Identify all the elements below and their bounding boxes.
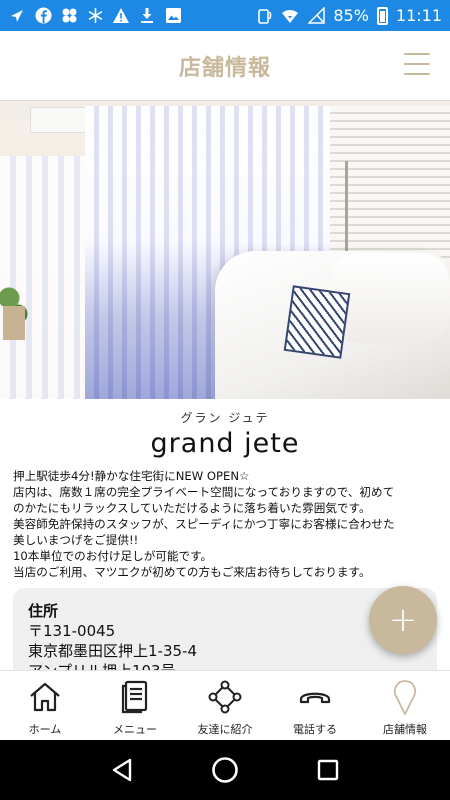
battery-icon bbox=[376, 6, 388, 25]
pinwheel-icon bbox=[60, 7, 78, 25]
description-line: 10本単位でのお付け足しが可能です。 bbox=[13, 549, 213, 563]
status-bar: 85% 11:11 bbox=[0, 0, 450, 31]
bottom-navigation: ホーム メニュー 友達に紹介 電話する 店舗情報 bbox=[0, 670, 450, 740]
tab-label: メニュー bbox=[113, 723, 157, 736]
description-line: 店内は、席数１席の完全プライベート空間になっておりますので、初めて bbox=[13, 485, 395, 499]
add-button[interactable]: + bbox=[369, 586, 437, 654]
page-title: 店舗情報 bbox=[178, 55, 271, 81]
phone-icon bbox=[297, 680, 333, 714]
tab-menu[interactable]: メニュー bbox=[90, 671, 180, 740]
store-name-kana: グラン ジュテ bbox=[180, 411, 270, 425]
clock: 11:11 bbox=[395, 6, 442, 25]
tab-call[interactable]: 電話する bbox=[270, 671, 360, 740]
nfc-icon bbox=[255, 7, 273, 25]
wifi-icon bbox=[281, 7, 299, 25]
description-line: のかたにもリラックスしていただけるように落ち着いた雰囲気です。 bbox=[13, 501, 371, 515]
tab-home[interactable]: ホーム bbox=[0, 671, 90, 740]
warning-icon bbox=[112, 7, 130, 25]
recent-apps-icon[interactable] bbox=[308, 750, 348, 790]
tab-refer-friend[interactable]: 友達に紹介 bbox=[180, 671, 270, 740]
store-description: 押上駅徒歩4分!静かな住宅街にNEW OPEN☆ 店内は、席数１席の完全プライベ… bbox=[13, 468, 438, 580]
back-icon[interactable] bbox=[102, 750, 142, 790]
home-icon bbox=[27, 680, 63, 714]
snowflake-icon bbox=[86, 7, 104, 25]
hamburger-menu-icon[interactable] bbox=[404, 53, 430, 75]
app-header: 店舗情報 bbox=[0, 31, 450, 101]
facebook-icon bbox=[34, 7, 52, 25]
tab-label: 電話する bbox=[293, 723, 337, 736]
battery-percent: 85% bbox=[333, 6, 369, 25]
description-line: 美しいまつげをご提供!! bbox=[13, 533, 139, 547]
download-icon bbox=[138, 7, 156, 25]
home-circle-icon[interactable] bbox=[205, 750, 245, 790]
tab-label: 友達に紹介 bbox=[197, 723, 253, 736]
tab-label: ホーム bbox=[28, 723, 62, 736]
store-name: grand jete bbox=[150, 428, 300, 459]
address-line-1: 東京都墨田区押上1-35-4 bbox=[28, 642, 197, 660]
store-photo bbox=[0, 101, 450, 399]
book-icon bbox=[117, 680, 153, 714]
image-icon bbox=[164, 7, 182, 25]
navigation-icon bbox=[8, 7, 26, 25]
address-label: 住所 bbox=[28, 602, 59, 620]
tab-store-info[interactable]: 店舗情報 bbox=[360, 671, 450, 740]
postal-code: 〒131-0045 bbox=[28, 622, 116, 640]
system-navigation-bar bbox=[0, 740, 450, 800]
description-line: 当店のご利用、マツエクが初めての方もご来店お待ちしております。 bbox=[13, 565, 371, 579]
plus-icon: + bbox=[388, 600, 418, 640]
no-signal-icon bbox=[307, 7, 325, 25]
location-pin-icon bbox=[387, 680, 423, 715]
description-line: 押上駅徒歩4分!静かな住宅街にNEW OPEN☆ bbox=[13, 469, 250, 483]
share-network-icon bbox=[207, 680, 243, 714]
tab-label: 店舗情報 bbox=[383, 723, 427, 736]
description-line: 美容師免許保持のスタッフが、スピーディにかつ丁寧にお客様に合わせた bbox=[13, 517, 395, 531]
